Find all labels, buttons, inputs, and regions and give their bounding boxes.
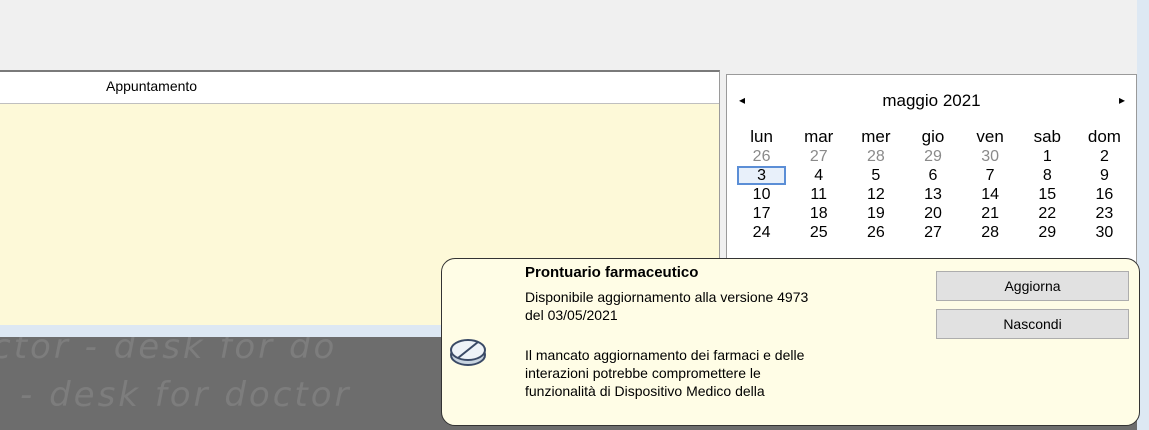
weekday-header: mar: [804, 127, 834, 146]
calendar-day[interactable]: 27: [904, 223, 961, 242]
calendar-day[interactable]: 20: [904, 204, 961, 223]
calendar-day[interactable]: 16: [1076, 185, 1133, 204]
calendar-day[interactable]: 21: [962, 204, 1019, 223]
calendar-day[interactable]: 29: [1019, 223, 1076, 242]
toolbar-area: [0, 0, 1137, 70]
calendar-day[interactable]: 5: [847, 166, 904, 185]
calendar-day[interactable]: 2: [1076, 147, 1133, 166]
weekday-header: gio: [921, 127, 945, 146]
calendar-day[interactable]: 26: [733, 147, 790, 166]
calendar-day[interactable]: 29: [904, 147, 961, 166]
weekday-header: dom: [1087, 127, 1121, 146]
month-calendar[interactable]: ◂ maggio 2021 ▸ lun mar mer gio ven sab dom 26 2…: [726, 74, 1137, 274]
calendar-day[interactable]: 1: [1019, 147, 1076, 166]
appointments-column-header[interactable]: Appuntamento: [0, 72, 719, 104]
weekday-header: ven: [976, 127, 1004, 146]
calendar-day[interactable]: 12: [847, 185, 904, 204]
popup-message-line: interazioni potrebbe compromettere le: [525, 365, 761, 381]
calendar-day[interactable]: 27: [790, 147, 847, 166]
popup-title: Prontuario farmaceutico: [525, 264, 699, 281]
calendar-day[interactable]: 11: [790, 185, 847, 204]
weekday-header: sab: [1033, 127, 1061, 146]
calendar-day[interactable]: 28: [962, 223, 1019, 242]
update-button[interactable]: Aggiorna: [936, 271, 1129, 301]
calendar-day[interactable]: 9: [1076, 166, 1133, 185]
calendar-day[interactable]: 30: [962, 147, 1019, 166]
calendar-day[interactable]: 7: [962, 166, 1019, 185]
calendar-day[interactable]: 28: [847, 147, 904, 166]
calendar-day[interactable]: 8: [1019, 166, 1076, 185]
calendar-day[interactable]: 14: [962, 185, 1019, 204]
weekday-header: lun: [750, 127, 773, 146]
popup-message-line: Il mancato aggiornamento dei farmaci e d…: [525, 347, 805, 363]
appointments-column-label: Appuntamento: [106, 78, 198, 94]
calendar-day[interactable]: 18: [790, 204, 847, 223]
popup-message-line: del 03/05/2021: [525, 307, 618, 323]
calendar-day[interactable]: 24: [733, 223, 790, 242]
calendar-day[interactable]: 23: [1076, 204, 1133, 223]
watermark-text: ctor - desk for do: [0, 337, 338, 367]
calendar-day[interactable]: 30: [1076, 223, 1133, 242]
calendar-day[interactable]: 22: [1019, 204, 1076, 223]
popup-message-line: funzionalità di Dispositivo Medico della: [525, 383, 765, 399]
calendar-month-title[interactable]: maggio 2021: [727, 91, 1136, 111]
calendar-day[interactable]: 25: [790, 223, 847, 242]
popup-message-line: Disponibile aggiornamento alla versione …: [525, 289, 809, 305]
calendar-day[interactable]: 26: [847, 223, 904, 242]
pill-icon: [450, 339, 486, 366]
calendar-day[interactable]: 6: [904, 166, 961, 185]
calendar-day[interactable]: 10: [733, 185, 790, 204]
hide-button[interactable]: Nascondi: [936, 309, 1129, 339]
calendar-day[interactable]: 15: [1019, 185, 1076, 204]
weekday-header: mer: [861, 127, 891, 146]
next-month-icon[interactable]: ▸: [1119, 93, 1125, 107]
update-notification-popup[interactable]: Prontuario farmaceutico Disponibile aggi…: [441, 258, 1140, 426]
calendar-day[interactable]: 4: [790, 166, 847, 185]
calendar-grid: lun mar mer gio ven sab dom 26 27 28 29 30 1 2 3 4 5 6 7 8 9…: [733, 127, 1133, 242]
calendar-day[interactable]: 17: [733, 204, 790, 223]
calendar-day[interactable]: 13: [904, 185, 961, 204]
watermark-text: - desk for doctor: [20, 375, 352, 415]
calendar-day-selected[interactable]: 3: [737, 166, 787, 185]
calendar-day[interactable]: 19: [847, 204, 904, 223]
